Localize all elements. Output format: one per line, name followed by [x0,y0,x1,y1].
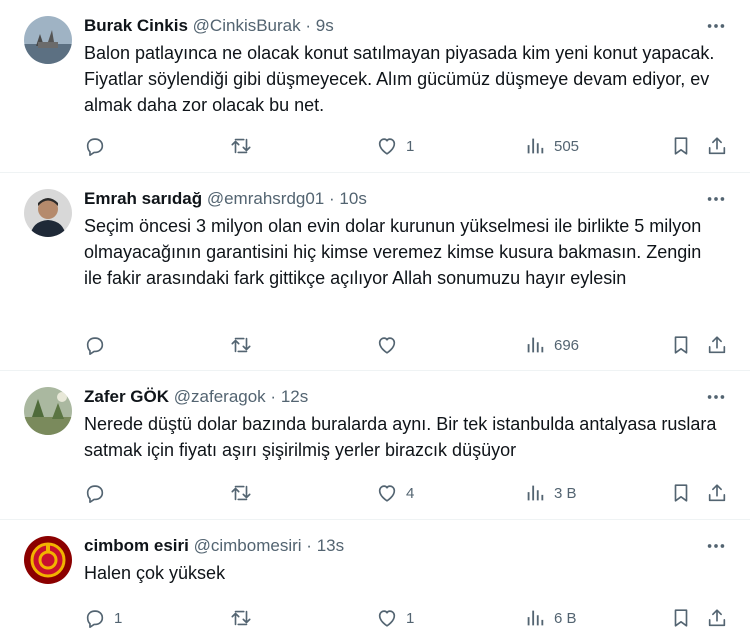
bookmark-icon [670,607,692,629]
retweet-icon [230,482,252,504]
retweet-button[interactable] [230,333,260,357]
bookmark-button[interactable] [670,333,692,357]
share-icon [706,607,728,629]
views-count: 505 [554,137,580,155]
more-icon[interactable] [704,385,728,409]
reply-button[interactable] [84,333,114,357]
reply-icon [84,334,106,356]
like-button[interactable]: 1 [376,134,414,158]
views-count: 3 B [554,484,577,502]
author-name[interactable]: Emrah sarıdağ [84,189,202,208]
timestamp[interactable]: 9s [316,16,334,35]
like-count: 1 [406,137,415,155]
like-button[interactable]: 1 [376,606,414,630]
reply-button[interactable]: 1 [84,606,122,630]
views-icon [524,482,546,504]
tweet-text: Balon patlayınca ne olacak konut satılma… [84,43,715,115]
like-count: 1 [406,609,415,627]
like-button[interactable] [376,333,406,357]
like-icon [376,334,398,356]
views-button[interactable]: 696 [524,333,579,357]
share-icon [706,334,728,356]
bookmark-button[interactable] [670,134,692,158]
timestamp[interactable]: 13s [317,536,344,555]
retweet-icon [230,334,252,356]
avatar[interactable] [24,536,72,584]
share-button[interactable] [706,606,728,630]
more-icon[interactable] [704,14,728,38]
reply-icon [84,482,106,504]
separator: · [306,536,312,555]
separator: · [305,16,312,35]
reply-button[interactable] [84,134,114,158]
like-icon [376,482,398,504]
retweet-button[interactable] [230,606,260,630]
retweet-icon [230,135,252,157]
share-button[interactable] [706,134,728,158]
views-icon [524,135,546,157]
separator: · [329,189,335,208]
author-handle[interactable]: @emrahsrdg01 [207,189,324,208]
author-handle[interactable]: @zaferagok [174,387,266,406]
author-name[interactable]: cimbom esiri [84,536,189,555]
views-button[interactable]: 6 B [524,606,577,630]
timestamp[interactable]: 10s [339,189,366,208]
avatar[interactable] [24,387,72,435]
like-icon [376,135,398,157]
bookmark-button[interactable] [670,606,692,630]
share-button[interactable] [706,333,728,357]
timestamp[interactable]: 12s [281,387,308,406]
views-count: 6 B [554,609,577,627]
tweet-text: Seçim öncesi 3 milyon olan evin dolar ku… [84,216,702,288]
retweet-icon [230,607,252,629]
tweet[interactable]: Zafer GÖK @zaferagok · 12s Nerede düştü … [0,371,750,520]
tweet[interactable]: cimbom esiri @cimbomesiri · 13s Halen ço… [0,520,750,643]
retweet-button[interactable] [230,481,260,505]
bookmark-icon [670,135,692,157]
like-count: 4 [406,484,415,502]
views-icon [524,607,546,629]
reply-icon [84,135,106,157]
reply-icon [84,607,106,629]
author-handle[interactable]: @CinkisBurak [193,16,301,35]
tweet-text: Nerede düştü dolar bazında buralarda ayn… [84,414,717,460]
reply-button[interactable] [84,481,114,505]
share-icon [706,482,728,504]
tweet[interactable]: Burak Cinkis @CinkisBurak · 9s Balon pat… [0,0,750,173]
author-name[interactable]: Zafer GÖK [84,387,169,406]
retweet-button[interactable] [230,134,260,158]
share-icon [706,135,728,157]
author-name[interactable]: Burak Cinkis [84,16,188,35]
tweet-text: Halen çok yüksek [84,563,226,583]
bookmark-icon [670,482,692,504]
share-button[interactable] [706,481,728,505]
views-button[interactable]: 505 [524,134,579,158]
more-icon[interactable] [704,534,728,558]
views-count: 696 [554,336,580,354]
views-icon [524,334,546,356]
avatar[interactable] [24,189,72,237]
author-handle[interactable]: @cimbomesiri [194,536,302,555]
separator: · [270,387,277,406]
bookmark-icon [670,334,692,356]
more-icon[interactable] [704,187,728,211]
like-button[interactable]: 4 [376,481,414,505]
like-icon [376,607,398,629]
views-button[interactable]: 3 B [524,481,577,505]
tweet[interactable]: Emrah sarıdağ @emrahsrdg01 · 10s Seçim ö… [0,173,750,371]
bookmark-button[interactable] [670,481,692,505]
reply-count: 1 [114,609,123,627]
avatar[interactable] [24,16,72,64]
